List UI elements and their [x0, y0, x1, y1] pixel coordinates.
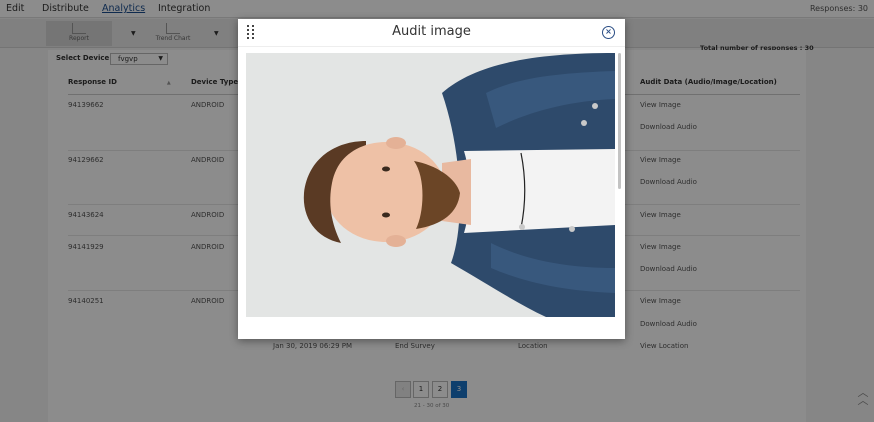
portrait-photo: [246, 53, 615, 317]
modal-header: Audit image ×: [238, 19, 625, 47]
audit-image-modal: Audit image ×: [238, 19, 625, 339]
modal-scrollbar[interactable]: [618, 53, 621, 189]
modal-title: Audit image: [392, 24, 471, 39]
close-icon[interactable]: ×: [602, 26, 615, 39]
audit-photo: [246, 53, 615, 317]
